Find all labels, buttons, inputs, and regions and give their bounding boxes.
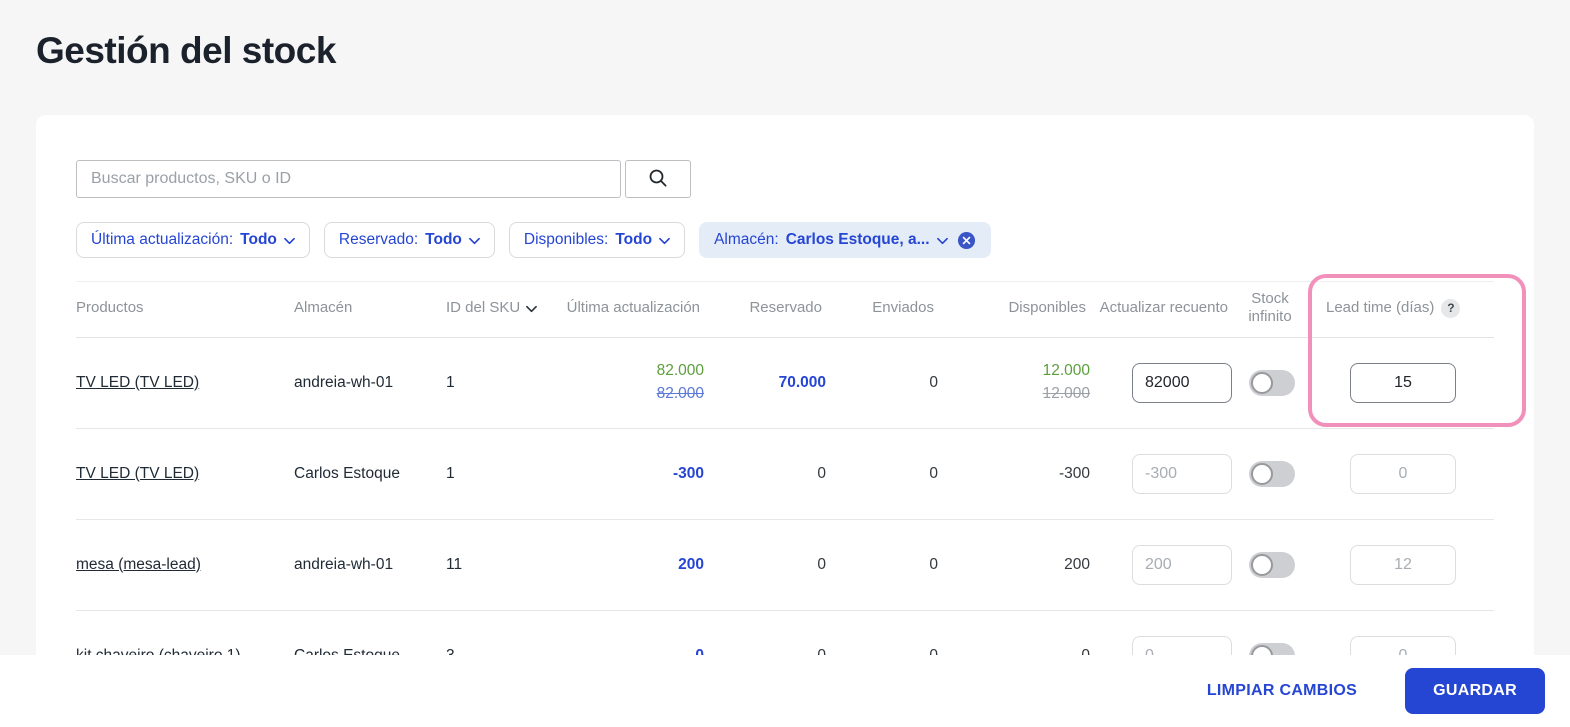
filter-warehouse[interactable]: Almacén: Carlos Estoque, a... [699,222,991,258]
product-cell: TV LED (TV LED) [76,374,294,392]
col-header-stock-infinito: Stock infinito [1248,290,1292,326]
filter-value: Todo [425,231,462,248]
infinite-stock-cell [1232,369,1312,396]
product-link[interactable]: TV LED (TV LED) [76,465,199,482]
table-row: TV LED (TV LED) Carlos Estoque 1 -300 0 … [76,429,1494,520]
col-header-ultima-actualizacion: Última actualización [566,299,700,317]
search-bar [76,160,1494,198]
recount-cell [1090,453,1232,494]
search-input[interactable] [76,160,621,198]
last-update-cell: -300 [672,464,704,482]
filter-label: Almacén: [714,231,779,248]
clear-changes-button[interactable]: LIMPIAR CAMBIOS [1207,682,1357,700]
filter-last-update[interactable]: Última actualización: Todo [76,222,310,258]
infinite-stock-cell [1232,460,1312,487]
col-header-label: Lead time (días) [1326,299,1435,317]
toggle-knob [1251,371,1273,394]
filter-label: Última actualización: [91,231,234,248]
filter-value: Todo [240,231,277,248]
shipped-cell: 0 [929,373,938,391]
product-link[interactable]: mesa (mesa-lead) [76,556,201,573]
filter-label: Reservado: [338,231,419,248]
previous-value: 82.000 [656,385,704,403]
last-update-cell: 82.000 82.000 [564,362,704,403]
chevron-down-icon [283,232,295,250]
lead-time-cell [1312,362,1494,403]
recount-cell [1090,362,1232,403]
help-icon[interactable]: ? [1441,298,1461,318]
toggle-knob [1251,553,1273,576]
col-header-reservado: Reservado [749,299,822,317]
col-header-lead-time: Lead time (días) ? [1312,298,1494,318]
col-header-id-sku[interactable]: ID del SKU [446,298,564,318]
toggle-knob [1251,462,1273,485]
sku-id-cell: 11 [446,555,463,573]
sku-id-cell: 1 [446,464,455,482]
col-header-enviados: Enviados [872,299,934,317]
stock-table: Productos Almacén ID del SKU Última actu… [76,274,1526,702]
recount-input[interactable] [1132,544,1232,585]
action-footer: LIMPIAR CAMBIOS GUARDAR [0,655,1570,727]
warehouse-cell: andreia-wh-01 [294,555,394,573]
last-update-cell: 200 [678,555,704,573]
recount-input[interactable] [1132,362,1232,403]
product-cell: TV LED (TV LED) [76,465,294,483]
new-value: 12.000 [1042,362,1090,380]
page-title: Gestión del stock [36,30,336,71]
chevron-down-icon [659,232,670,250]
infinite-stock-toggle[interactable] [1249,369,1295,396]
chevron-down-icon [936,232,948,250]
product-link[interactable]: TV LED (TV LED) [76,374,199,391]
save-button[interactable]: GUARDAR [1405,668,1545,714]
previous-value: 12.000 [1042,385,1090,403]
stock-management-card: Última actualización: Todo Reservado: To… [36,115,1534,702]
col-header-actualizar-recuento: Actualizar recuento [1099,299,1228,317]
filter-value: Carlos Estoque, a... [785,231,930,248]
filter-bar: Última actualización: Todo Reservado: To… [76,222,1494,258]
search-button[interactable] [625,160,691,198]
col-header-productos: Productos [76,299,144,317]
filter-value: Todo [615,231,653,248]
available-cell: 12.000 12.000 [938,362,1090,403]
col-header-label: ID del SKU [446,299,521,317]
search-icon [648,168,668,191]
warehouse-cell: andreia-wh-01 [294,373,394,391]
warehouse-cell: Carlos Estoque [294,464,400,482]
shipped-cell: 0 [929,464,938,482]
table-row: mesa (mesa-lead) andreia-wh-01 11 200 0 … [76,520,1494,611]
product-cell: mesa (mesa-lead) [76,556,294,574]
sort-chevron-icon [526,300,538,318]
lead-time-input[interactable] [1350,362,1456,403]
table-row: TV LED (TV LED) andreia-wh-01 1 82.000 8… [76,338,1494,429]
table-header-row: Productos Almacén ID del SKU Última actu… [76,281,1494,338]
col-header-almacen: Almacén [294,299,353,317]
infinite-stock-cell [1232,551,1312,578]
infinite-stock-toggle[interactable] [1249,460,1295,487]
recount-cell [1090,544,1232,585]
reserved-cell: 0 [817,464,826,482]
col-header-disponibles: Disponibles [1008,299,1086,317]
chevron-down-icon [468,232,480,250]
filter-available[interactable]: Disponibles: Todo [508,222,686,258]
recount-input[interactable] [1132,453,1232,494]
reserved-cell: 0 [817,555,826,573]
available-cell: -300 [1058,464,1090,482]
filter-reserved[interactable]: Reservado: Todo [323,222,495,258]
lead-time-input[interactable] [1350,544,1456,585]
remove-filter-icon[interactable] [957,231,976,250]
lead-time-cell [1312,453,1494,494]
shipped-cell: 0 [929,555,938,573]
infinite-stock-toggle[interactable] [1249,551,1295,578]
reserved-cell: 70.000 [778,373,826,391]
available-cell: 200 [1064,555,1090,573]
lead-time-cell [1312,544,1494,585]
new-value: 82.000 [656,362,704,380]
lead-time-input[interactable] [1350,453,1456,494]
sku-id-cell: 1 [446,373,455,391]
filter-label: Disponibles: [523,231,609,248]
